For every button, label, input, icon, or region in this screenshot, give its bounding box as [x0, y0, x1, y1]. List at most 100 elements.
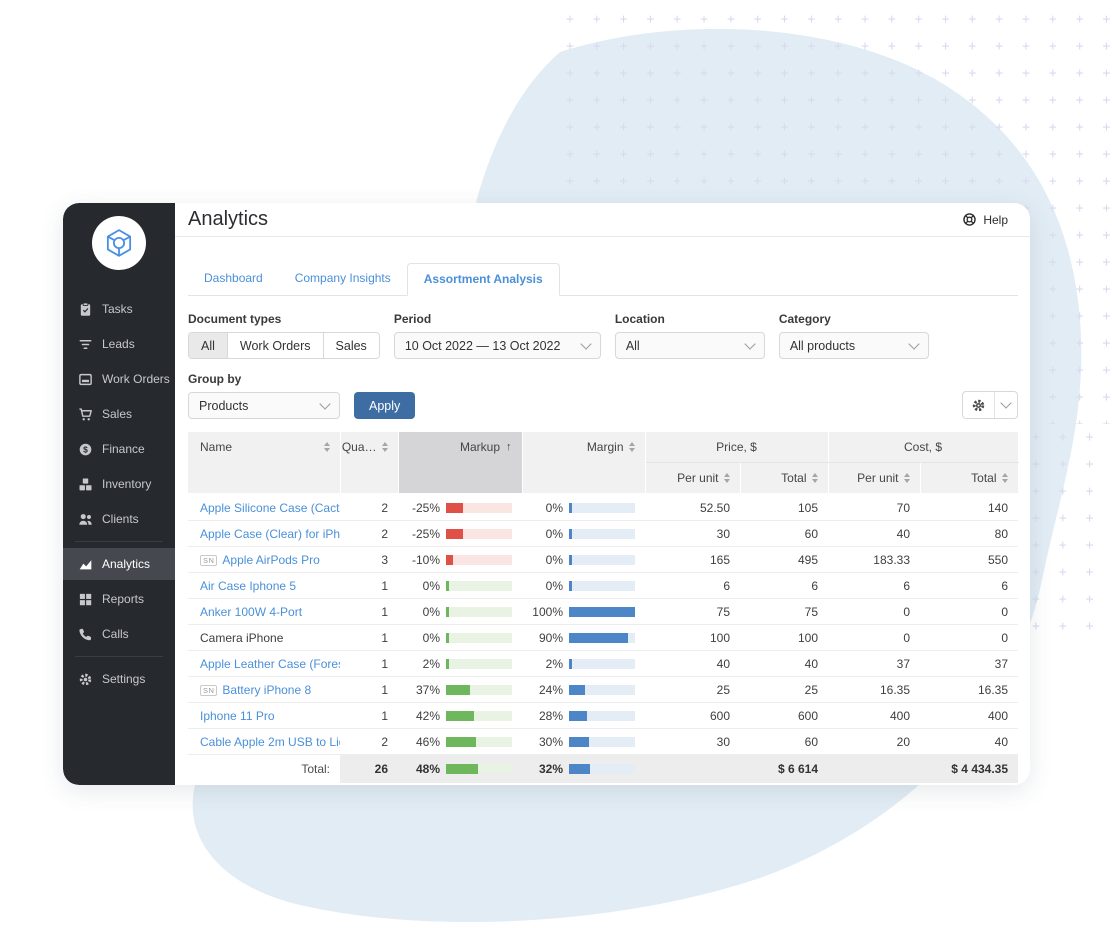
document-type-option-sales[interactable]: Sales: [324, 333, 379, 358]
table-row: Cable Apple 2m USB to Lightni…246%30%306…: [188, 729, 1018, 755]
margin-cell-bar: [569, 685, 635, 695]
apply-button[interactable]: Apply: [354, 392, 415, 419]
tab-assortment-analysis[interactable]: Assortment Analysis: [407, 263, 560, 296]
product-link[interactable]: Apple AirPods Pro: [222, 553, 319, 567]
location-label: Location: [615, 312, 765, 326]
sidebar-menu: TasksLeadsWork OrdersSales$Finance Invent…: [63, 290, 175, 698]
settings-icon: [78, 672, 93, 687]
category-select[interactable]: All products: [779, 332, 929, 359]
sidebar-item-reports[interactable]: Reports: [63, 583, 175, 615]
quantity-cell: 2: [340, 495, 398, 521]
sidebar-item-calls[interactable]: Calls: [63, 618, 175, 650]
tab-company-insights[interactable]: Company Insights: [279, 263, 407, 296]
product-link[interactable]: Apple Silicone Case (Cactus) fo…: [200, 501, 340, 515]
markup-cell: 37%: [398, 677, 522, 703]
cost-total-cell: 6: [920, 573, 1018, 599]
tab-dashboard[interactable]: Dashboard: [188, 263, 279, 296]
sidebar-item-clients[interactable]: Clients: [63, 503, 175, 535]
column-header-quantity[interactable]: Qua…: [340, 432, 398, 495]
group-by-select[interactable]: Products: [188, 392, 340, 419]
margin-cell: 0%: [522, 547, 645, 573]
markup-cell: 46%: [398, 729, 522, 755]
sidebar-item-settings[interactable]: Settings: [63, 663, 175, 695]
help-button[interactable]: Help: [956, 211, 1014, 228]
cost-total-cell: 0: [920, 599, 1018, 625]
sort-ascending-icon: ↑: [506, 441, 512, 453]
margin-cell-value: 0%: [546, 553, 563, 567]
sidebar-item-label: Inventory: [102, 477, 151, 491]
product-link[interactable]: Anker 100W 4-Port: [200, 605, 302, 619]
product-name-cell: Iphone 11 Pro: [188, 703, 340, 729]
margin-cell-bar: [569, 633, 635, 643]
sidebar-item-analytics[interactable]: Analytics: [63, 548, 175, 580]
price-total-cell: 495: [740, 547, 828, 573]
work-orders-icon: [78, 372, 93, 387]
filters-row-1: Document types AllWork OrdersSales Perio…: [188, 312, 1018, 359]
assortment-table-wrap: Name Qua…: [175, 419, 1030, 783]
cost-per-unit-cell: 400: [828, 703, 920, 729]
sidebar-item-finance[interactable]: $Finance: [63, 433, 175, 465]
clients-icon: [78, 512, 93, 527]
margin-cell-value: 28%: [539, 709, 563, 723]
location-value: All: [626, 339, 640, 353]
total-margin: 32%: [522, 755, 645, 783]
column-header-markup[interactable]: Markup ↑: [398, 432, 522, 495]
product-link[interactable]: Cable Apple 2m USB to Lightni…: [200, 735, 340, 749]
document-types-filter: Document types AllWork OrdersSales: [188, 312, 380, 359]
quantity-cell: 1: [340, 651, 398, 677]
total-quantity: 26: [340, 755, 398, 783]
markup-cell-value: 0%: [423, 605, 440, 619]
sidebar-item-leads[interactable]: Leads: [63, 328, 175, 360]
app-logo[interactable]: [92, 216, 146, 270]
sidebar-item-sales[interactable]: Sales: [63, 398, 175, 430]
leads-icon: [78, 337, 93, 352]
sidebar-item-label: Clients: [102, 512, 139, 526]
column-header-name[interactable]: Name: [188, 432, 340, 495]
column-header-margin[interactable]: Margin: [522, 432, 645, 495]
markup-cell-bar: [446, 633, 512, 643]
product-link[interactable]: Battery iPhone 8: [222, 683, 311, 697]
sort-icon: [812, 473, 818, 483]
product-link[interactable]: Apple Case (Clear) for iPhone 11: [200, 527, 340, 541]
product-link[interactable]: Iphone 11 Pro: [200, 709, 275, 723]
period-filter: Period 10 Oct 2022 — 13 Oct 2022: [394, 312, 601, 359]
column-header-cost-total[interactable]: Total: [920, 463, 1018, 495]
product-name-cell: Camera iPhone: [188, 625, 340, 651]
location-select[interactable]: All: [615, 332, 765, 359]
sidebar-item-tasks[interactable]: Tasks: [63, 293, 175, 325]
markup-cell: 2%: [398, 651, 522, 677]
quantity-cell: 2: [340, 521, 398, 547]
table-row: Apple Leather Case (Forest Gre…12%2%4040…: [188, 651, 1018, 677]
document-type-option-work-orders[interactable]: Work Orders: [228, 333, 324, 358]
document-type-option-all[interactable]: All: [189, 333, 228, 358]
quantity-cell: 2: [340, 729, 398, 755]
markup-cell-bar: [446, 685, 512, 695]
inventory-icon: [78, 477, 93, 492]
margin-cell: 2%: [522, 651, 645, 677]
svg-text:$: $: [83, 444, 88, 454]
sidebar-item-label: Settings: [102, 672, 145, 686]
sn-badge: SN: [200, 555, 217, 566]
column-header-price-per-unit[interactable]: Per unit: [645, 463, 740, 495]
sidebar-item-inventory[interactable]: Inventory: [63, 468, 175, 500]
column-header-cost-per-unit[interactable]: Per unit: [828, 463, 920, 495]
margin-cell-bar: [569, 503, 635, 513]
cost-total-cell: 0: [920, 625, 1018, 651]
product-link[interactable]: Apple Leather Case (Forest Gre…: [200, 657, 340, 671]
chevron-down-icon: [908, 338, 919, 349]
table-row: Air Case Iphone 510%0%6666: [188, 573, 1018, 599]
sidebar-item-work-orders[interactable]: Work Orders: [63, 363, 175, 395]
sort-icon: [904, 473, 910, 483]
cost-per-unit-cell: 40: [828, 521, 920, 547]
column-header-price-total[interactable]: Total: [740, 463, 828, 495]
product-link[interactable]: Air Case Iphone 5: [200, 579, 296, 593]
margin-cell-bar: [569, 659, 635, 669]
reports-icon: [78, 592, 93, 607]
period-select[interactable]: 10 Oct 2022 — 13 Oct 2022: [394, 332, 601, 359]
table-settings-button[interactable]: [962, 391, 1018, 419]
sort-icon: [1002, 473, 1008, 483]
location-filter: Location All: [615, 312, 765, 359]
markup-cell: 42%: [398, 703, 522, 729]
sales-icon: [78, 407, 93, 422]
markup-cell-value: 37%: [416, 683, 440, 697]
